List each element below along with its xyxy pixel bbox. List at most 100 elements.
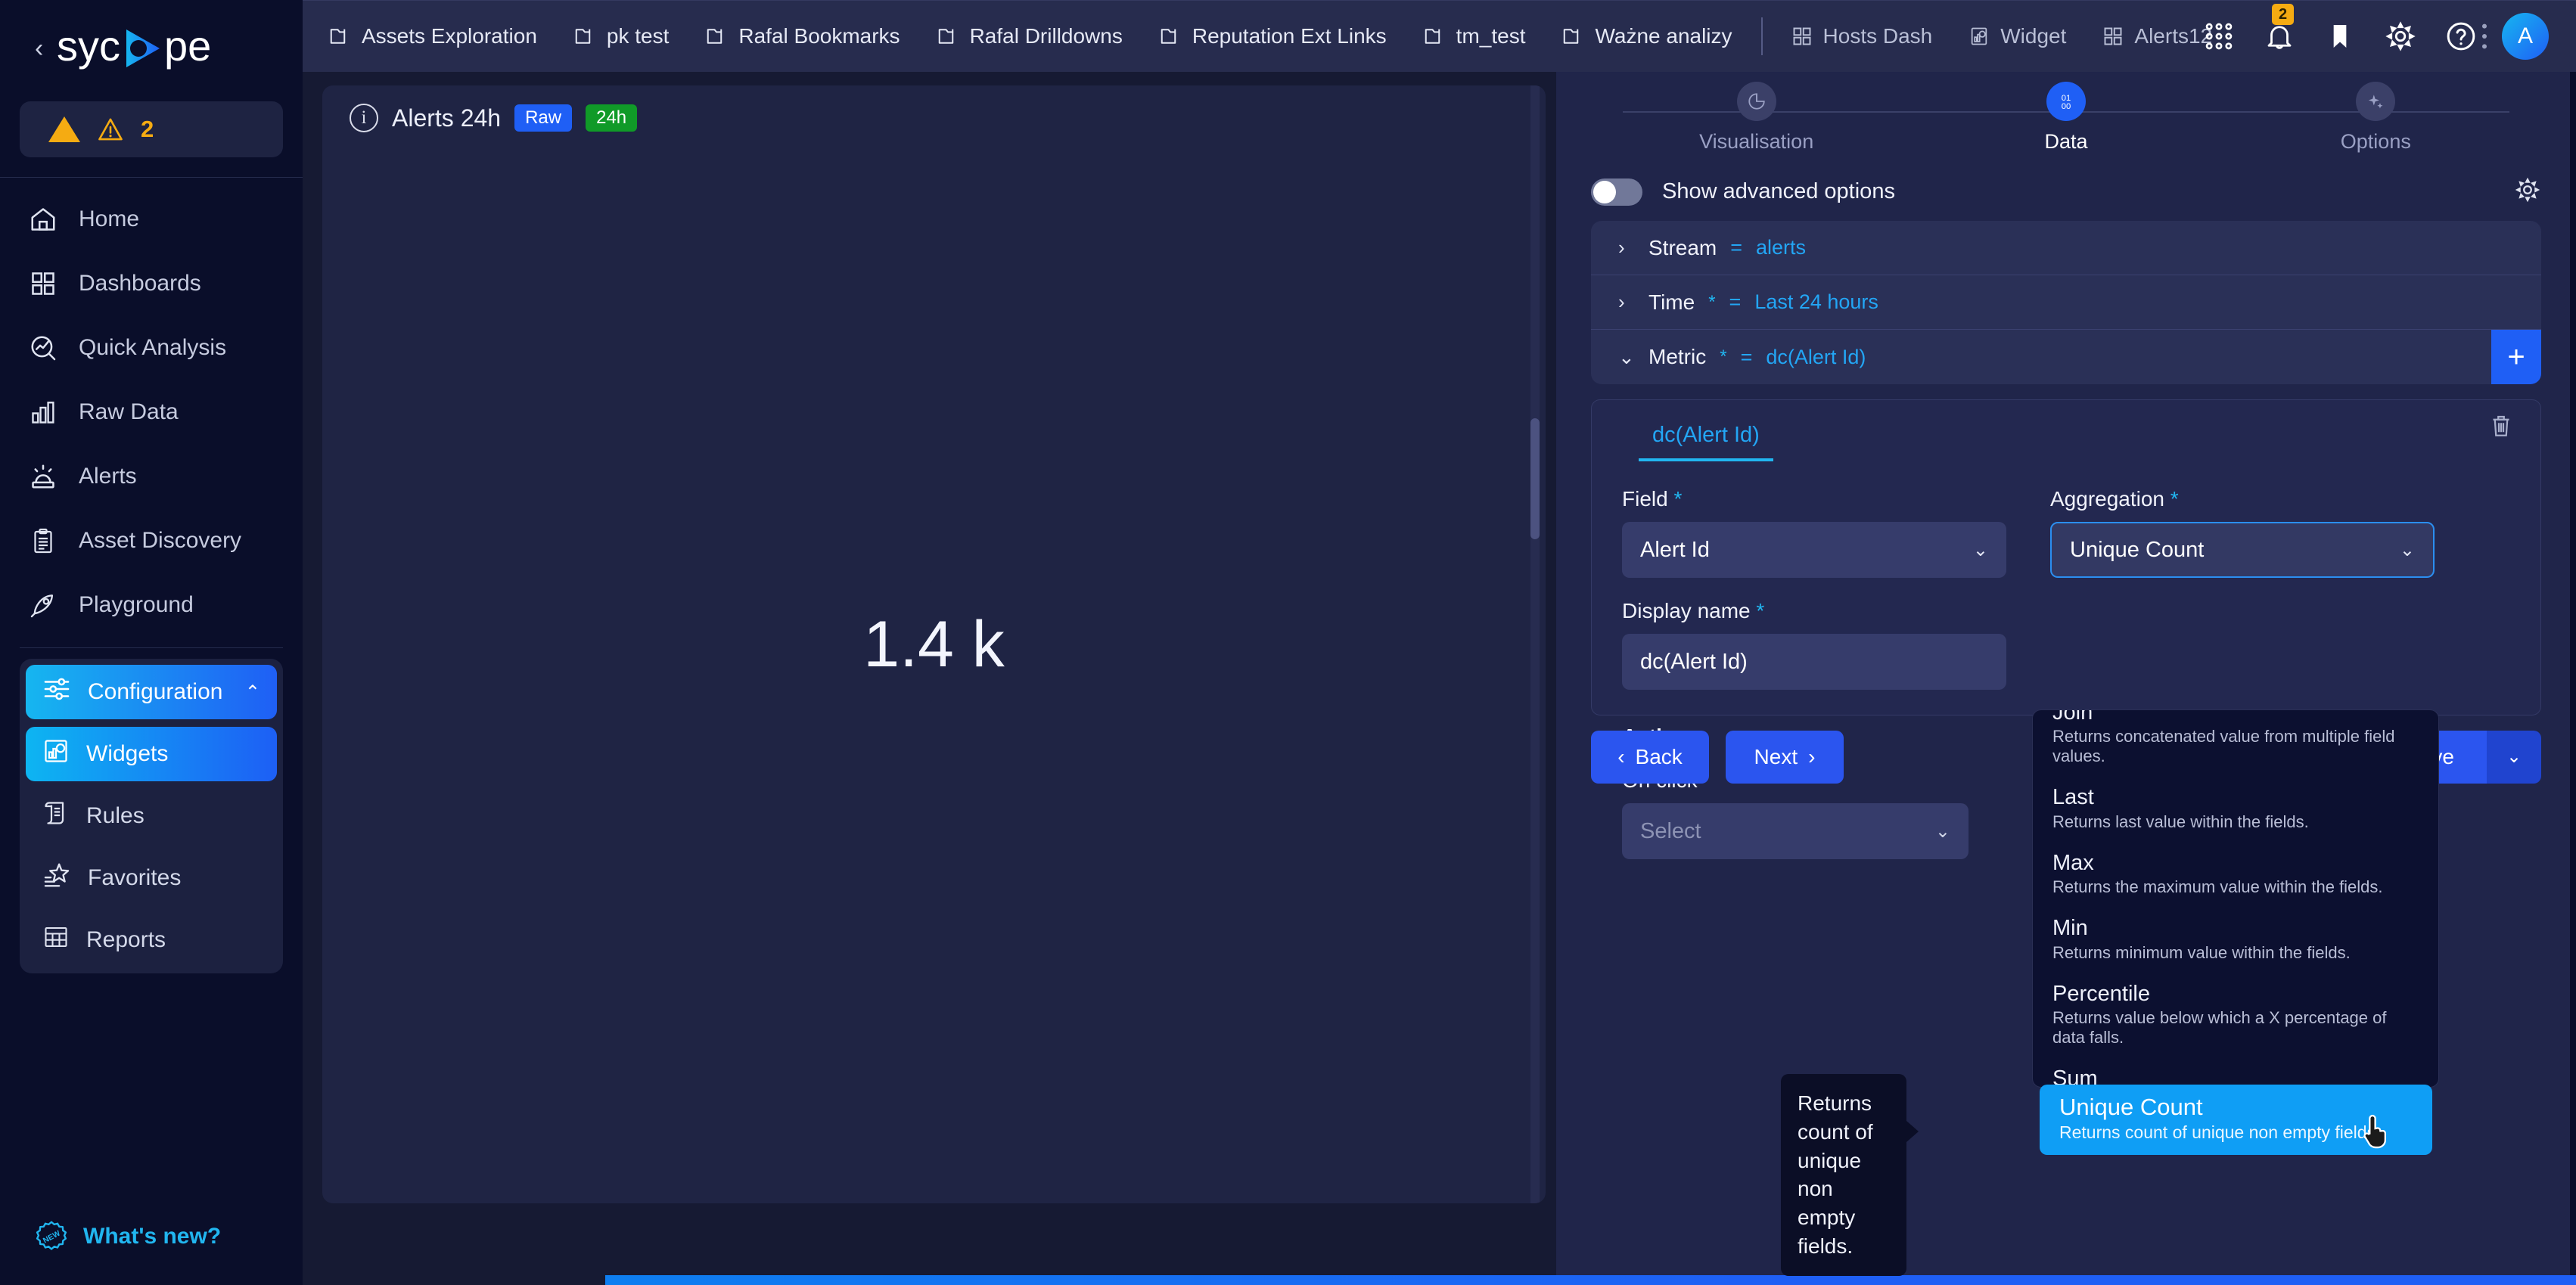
sidebar-item-label: Configuration [88, 679, 223, 704]
sidebar-item-raw-data[interactable]: Raw Data [0, 380, 303, 444]
preview-scrollbar-thumb[interactable] [1530, 418, 1540, 539]
info-icon[interactable]: i [350, 104, 378, 132]
field-select[interactable]: Alert Id ⌄ [1622, 522, 2006, 578]
sidebar-item-label: Favorites [88, 865, 182, 890]
tab-label: Reputation Ext Links [1192, 24, 1387, 48]
brand-logo[interactable]: ‹ syc pe [0, 0, 303, 97]
tab-label: Rafal Drilldowns [969, 24, 1123, 48]
next-button[interactable]: Next › [1726, 730, 1844, 784]
tab-rafal-drilldowns[interactable]: Rafal Drilldowns [918, 1, 1141, 73]
scroll-icon [42, 799, 70, 833]
tab-reputation-ext-links[interactable]: Reputation Ext Links [1141, 1, 1405, 73]
sidebar-item-alerts[interactable]: Alerts [0, 444, 303, 508]
chevron-down-icon[interactable]: ⌄ [1618, 346, 1635, 369]
metric-tab[interactable]: dc(Alert Id) [1639, 412, 1773, 461]
chevron-right-icon[interactable]: › [1618, 290, 1635, 314]
add-metric-button[interactable]: + [2491, 330, 2541, 384]
sidebar-item-home[interactable]: Home [0, 187, 303, 251]
dropdown-option-max[interactable]: Max Returns the maximum value within the… [2033, 844, 2438, 909]
tab-divider [1760, 17, 1763, 55]
chevron-up-icon[interactable]: ⌃ [245, 681, 260, 703]
show-advanced-options-toggle[interactable] [1591, 178, 1642, 206]
query-accordion: › Stream = alerts › Time * = Last 24 hou… [1591, 221, 2541, 384]
accordion-row-stream[interactable]: › Stream = alerts [1591, 221, 2541, 275]
dropdown-option-last[interactable]: Last Returns last value within the field… [2033, 778, 2438, 843]
tab-label: Hosts Dash [1822, 24, 1933, 48]
sidebar-item-label: Raw Data [79, 399, 179, 424]
alert-summary-card[interactable]: 2 [20, 101, 283, 157]
step-visualisation[interactable]: Visualisation [1602, 81, 1911, 154]
tab-label: pk test [606, 24, 670, 48]
toggle-knob [1593, 180, 1616, 203]
dropdown-option-unique-count[interactable]: Unique Count Returns count of unique non… [2040, 1085, 2432, 1155]
dropdown-option-percentile[interactable]: Percentile Returns value below which a X… [2033, 975, 2438, 1060]
chevron-right-icon[interactable]: › [1618, 236, 1635, 259]
accordion-row-time[interactable]: › Time * = Last 24 hours [1591, 275, 2541, 330]
chevron-left-icon: ‹ [1617, 744, 1625, 768]
tab-label: Widget [2000, 24, 2067, 48]
whats-new-button[interactable]: NEW What's new? [35, 1220, 221, 1253]
accordion-label: Metric [1648, 345, 1707, 368]
accordion-row-metric[interactable]: ⌄ Metric * = dc(Alert Id) + [1591, 330, 2541, 384]
warning-triangle-icon [48, 116, 80, 142]
step-options[interactable]: Options [2221, 81, 2531, 154]
tab-wazne-analizy[interactable]: Ważne analizy [1543, 1, 1750, 73]
sidebar-item-widgets[interactable]: Widgets [26, 727, 277, 781]
sidebar-item-asset-discovery[interactable]: Asset Discovery [0, 508, 303, 573]
trash-icon[interactable] [2487, 412, 2515, 443]
required-marker: * [2170, 487, 2179, 511]
wizard-stepper: Visualisation 01 00 Data Options [1556, 72, 2576, 163]
folder-icon [1161, 29, 1176, 44]
bell-icon[interactable]: 2 [2260, 3, 2299, 56]
chevron-right-icon: › [1808, 744, 1816, 768]
collapse-sidebar-icon[interactable]: ‹ [35, 36, 43, 61]
sidebar-item-dashboards[interactable]: Dashboards [0, 251, 303, 315]
gear-icon[interactable] [2381, 17, 2420, 56]
home-icon [27, 203, 59, 235]
sidebar-item-rules[interactable]: Rules [26, 789, 277, 843]
field-select-value: Alert Id [1640, 537, 1710, 562]
bookmark-icon[interactable] [2320, 17, 2360, 56]
apps-grid-icon[interactable] [2199, 17, 2239, 56]
required-marker: * [1720, 346, 1727, 367]
dropdown-option-min[interactable]: Min Returns minimum value within the fie… [2033, 909, 2438, 974]
tab-hosts-dash[interactable]: Hosts Dash [1773, 1, 1951, 73]
sidebar-item-quick-analysis[interactable]: Quick Analysis [0, 315, 303, 380]
gear-icon[interactable] [2514, 176, 2541, 207]
accordion-value: Last 24 hours [1754, 290, 1878, 313]
tab-rafal-bookmarks[interactable]: Rafal Bookmarks [687, 1, 918, 73]
metric-fields-row-2: Display name * dc(Alert Id) [1622, 599, 2510, 690]
required-marker: * [1756, 599, 1765, 622]
sidebar-item-playground[interactable]: Playground [0, 573, 303, 637]
sidebar-configuration-group: Configuration ⌃ Widgets Rules Favorites … [20, 659, 283, 973]
save-dropdown-toggle[interactable]: ⌄ [2487, 730, 2541, 784]
display-name-input[interactable]: dc(Alert Id) [1622, 634, 2006, 690]
accordion-eq: = [1740, 345, 1753, 368]
spacer-column [2050, 599, 2435, 690]
dropdown-option-sum[interactable]: Sum Returns sum of values within the fie… [2033, 1060, 2438, 1087]
tab-assets-exploration[interactable]: Assets Exploration [310, 1, 555, 73]
display-name-label: Display name * [1622, 599, 2006, 623]
dropdown-option-join[interactable]: Join Returns concatenated value from mul… [2033, 710, 2438, 778]
option-label: Max [2052, 850, 2094, 875]
aggregation-select[interactable]: Unique Count ⌄ [2050, 522, 2435, 578]
widget-preview: i Alerts 24h Raw 24h 1.4 k [322, 85, 1546, 1203]
sidebar-item-label: Alerts [79, 463, 137, 489]
widget-preview-panel: i Alerts 24h Raw 24h 1.4 k [303, 72, 1556, 1285]
app-root: ‹ syc pe 2 Home Dashboards Quick Analysi… [0, 0, 2576, 1285]
sidebar-item-label: Playground [79, 591, 194, 617]
sidebar-item-configuration[interactable]: Configuration ⌃ [26, 665, 277, 719]
back-button[interactable]: ‹ Back [1591, 730, 1709, 784]
tab-pk-test[interactable]: pk test [555, 1, 687, 73]
on-click-select[interactable]: Select ⌄ [1622, 803, 1969, 859]
tab-tm-test[interactable]: tm_test [1405, 1, 1544, 73]
sidebar-item-favorites[interactable]: Favorites [26, 851, 277, 905]
aggregation-dropdown[interactable]: Join Returns concatenated value from mul… [2032, 709, 2439, 1088]
avatar[interactable]: A [2502, 12, 2549, 60]
folder-icon [1564, 29, 1579, 44]
step-data[interactable]: 01 00 Data [1911, 81, 2220, 154]
sidebar-item-reports[interactable]: Reports [26, 913, 277, 967]
help-icon[interactable] [2441, 17, 2481, 56]
next-label: Next [1754, 744, 1798, 768]
tab-widget[interactable]: Widget [1950, 1, 2084, 73]
